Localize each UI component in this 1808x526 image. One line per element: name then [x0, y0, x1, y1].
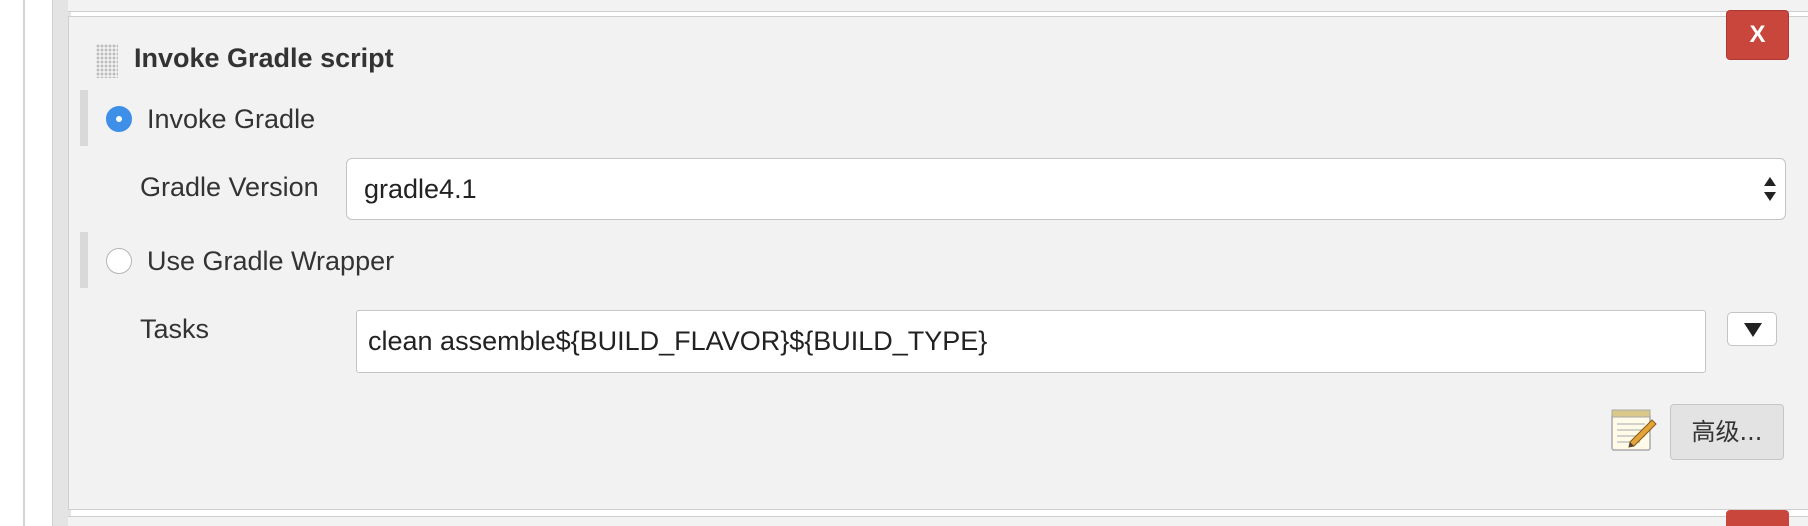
expand-textarea-button[interactable]	[1727, 312, 1777, 346]
gradle-version-label: Gradle Version	[140, 172, 319, 202]
build-step-editor: Invoke Gradle script X Invoke Gradle Gra…	[0, 0, 1808, 526]
advanced-button[interactable]: 高级...	[1670, 404, 1784, 460]
invoke-gradle-radio[interactable]	[106, 106, 132, 132]
up-down-arrows-icon	[1764, 177, 1776, 201]
radio-group-indicator	[80, 232, 88, 288]
next-step-delete-button[interactable]	[1726, 510, 1789, 526]
delete-step-button[interactable]: X	[1726, 10, 1789, 60]
step-title: Invoke Gradle script	[134, 43, 394, 73]
use-gradle-wrapper-radio[interactable]	[106, 248, 132, 274]
gradle-version-value: gradle4.1	[364, 174, 477, 204]
use-gradle-wrapper-label[interactable]: Use Gradle Wrapper	[147, 246, 394, 277]
previous-step-panel	[68, 0, 1808, 12]
notepad-pencil-icon[interactable]	[1610, 406, 1658, 454]
left-border	[23, 0, 25, 526]
drag-handle-icon[interactable]	[96, 44, 118, 78]
invoke-gradle-label[interactable]: Invoke Gradle	[147, 104, 315, 135]
tasks-input[interactable]: clean assemble${BUILD_FLAVOR}${BUILD_TYP…	[356, 310, 1706, 373]
chevron-down-icon	[1744, 323, 1762, 337]
radio-group-indicator	[80, 90, 88, 146]
gradle-version-select[interactable]: gradle4.1	[346, 158, 1786, 220]
next-step-panel	[68, 516, 1808, 526]
tasks-label: Tasks	[140, 314, 210, 344]
